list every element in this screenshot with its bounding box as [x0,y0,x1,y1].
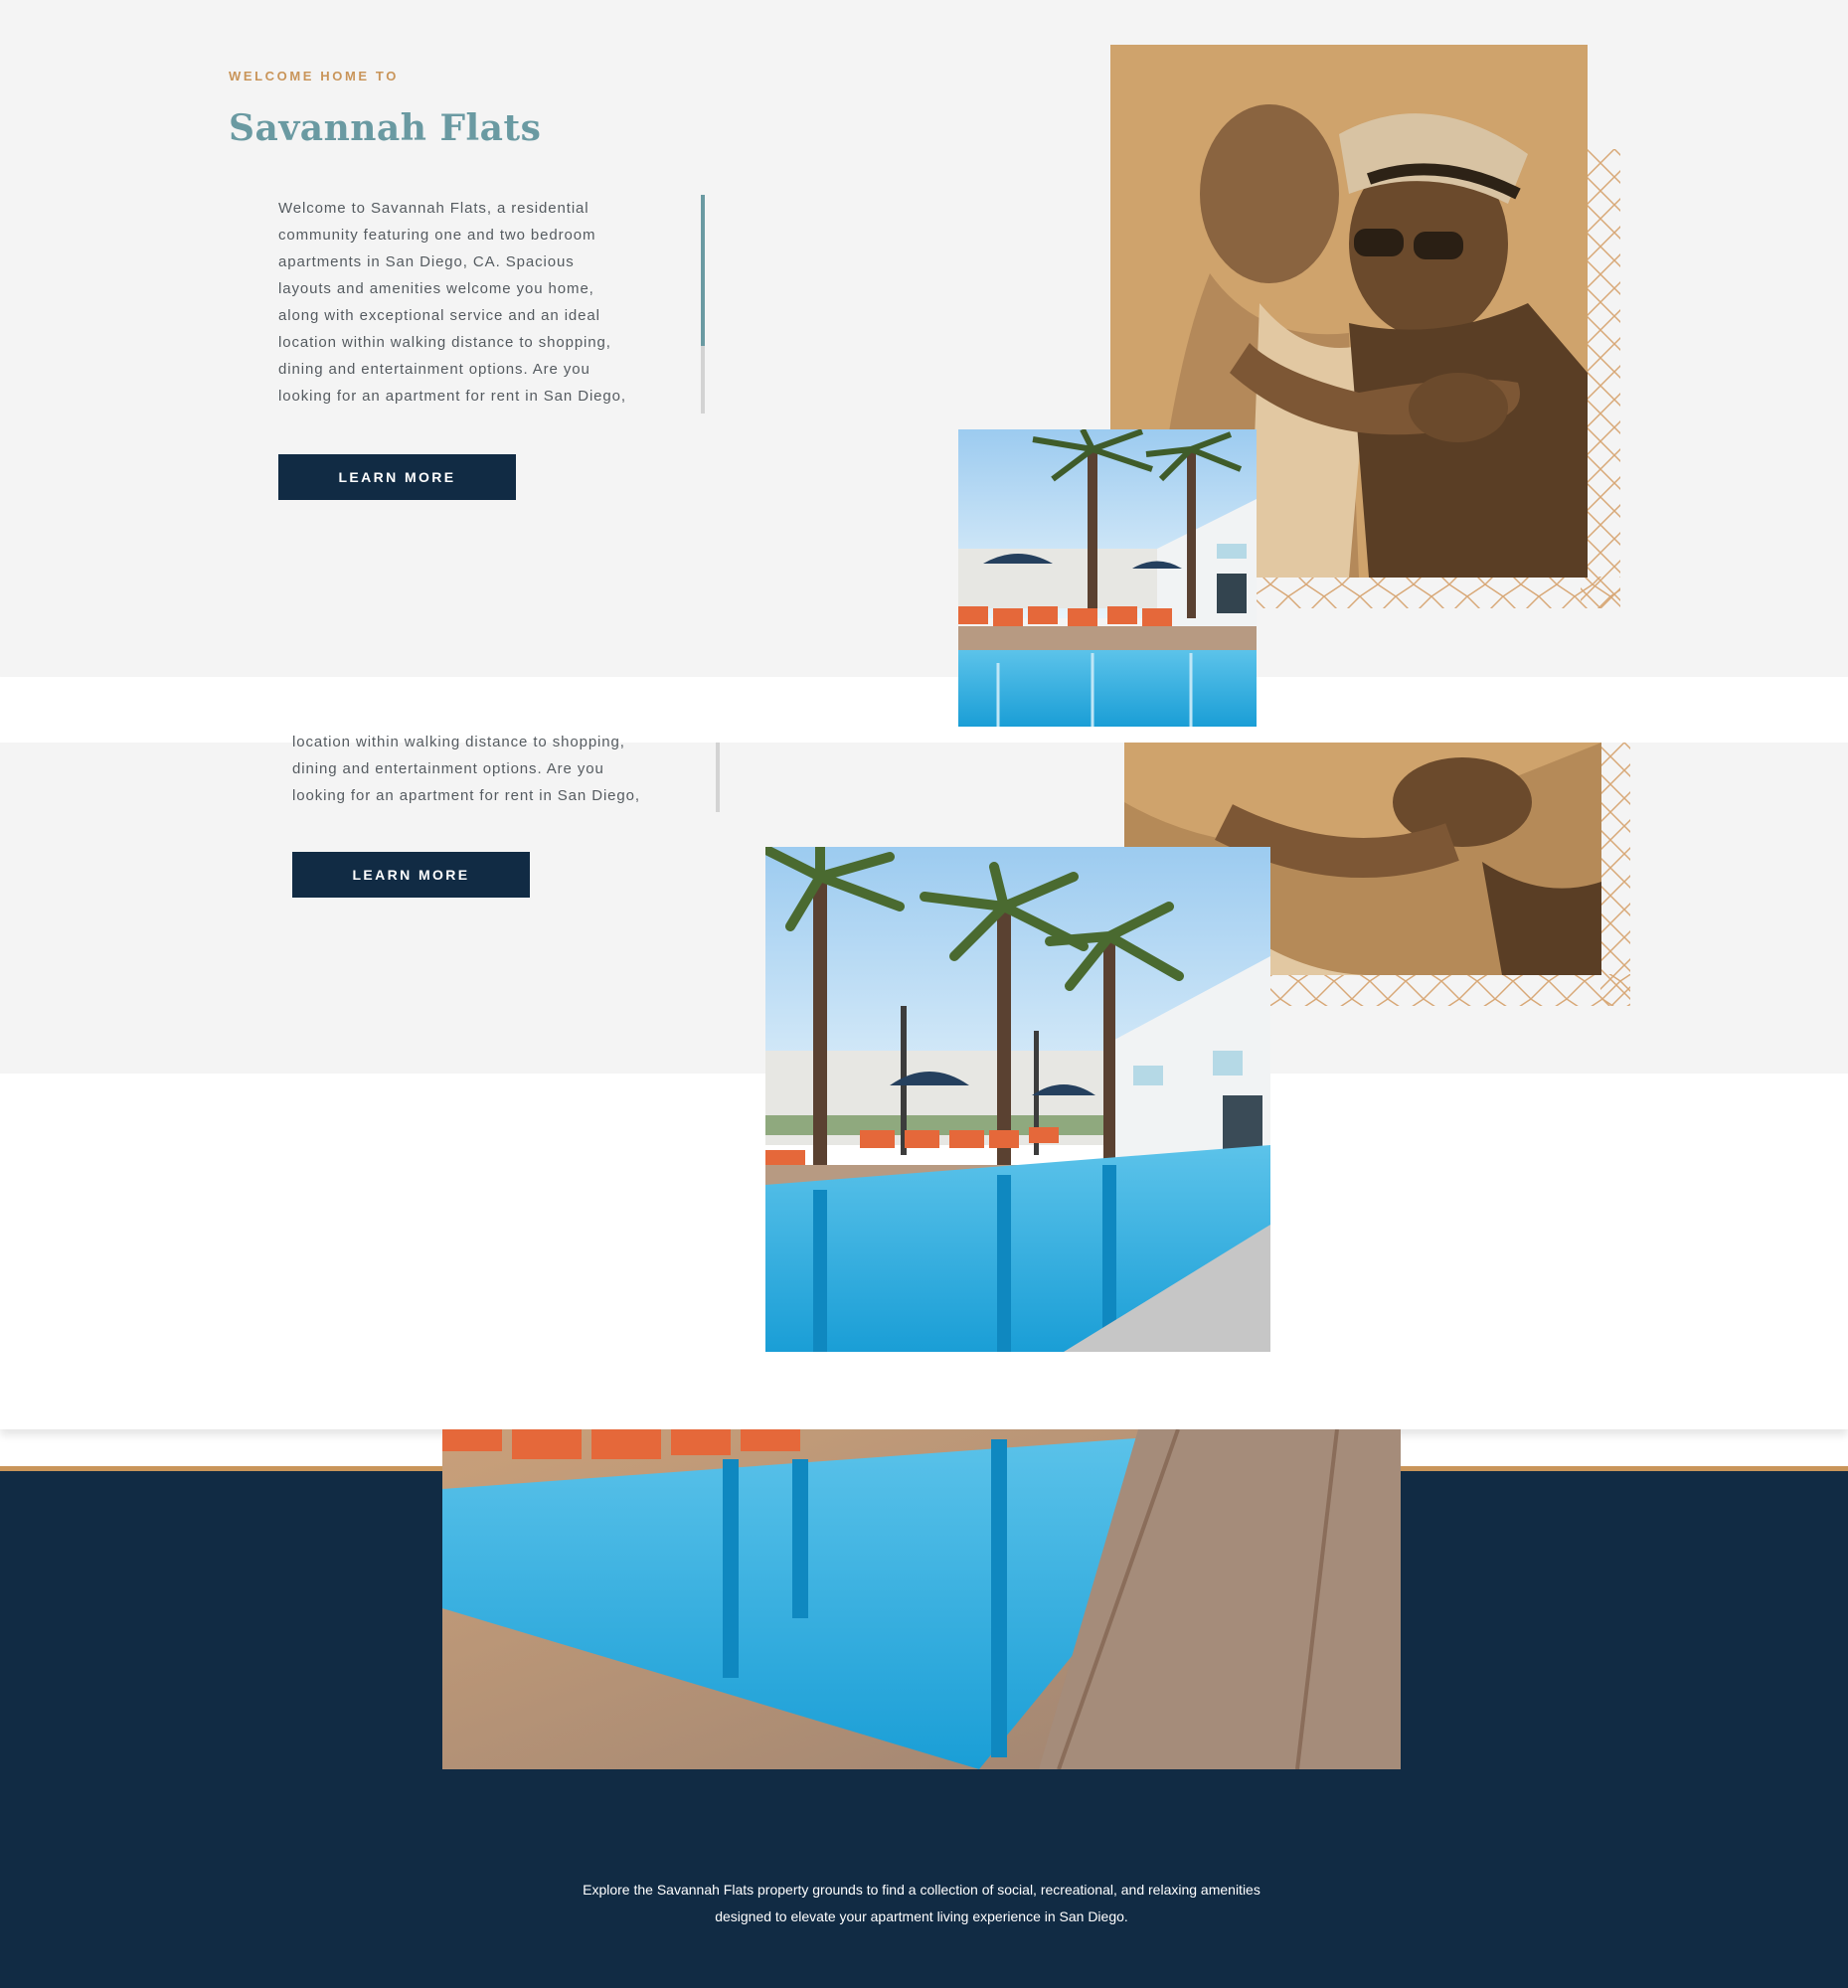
intro-paragraph[interactable]: Welcome to Savannah Flats, a residential… [278,195,686,414]
pool-illustration-large [765,847,1270,1352]
amenities-description: Explore the Savannah Flats property grou… [583,1882,1260,1924]
pool-illustration-small [958,429,1257,727]
pool-photo-wide [442,1429,1401,1769]
scrollbar-thumb[interactable] [701,195,705,346]
learn-more-button-repeat[interactable]: LEARN MORE [292,852,530,898]
pool-photo-small [958,429,1257,727]
section-divider [0,677,1848,743]
pool-photo-large [765,847,1270,1352]
eyebrow-text: WELCOME HOME TO [229,69,399,83]
intro-paragraph-repeat[interactable]: location within walking distance to shop… [292,729,700,811]
page-title: Savannah Flats [229,107,542,149]
scrollbar-track-repeat[interactable] [716,743,720,812]
pool-illustration-wide [442,1429,1401,1769]
learn-more-button[interactable]: LEARN MORE [278,454,516,500]
